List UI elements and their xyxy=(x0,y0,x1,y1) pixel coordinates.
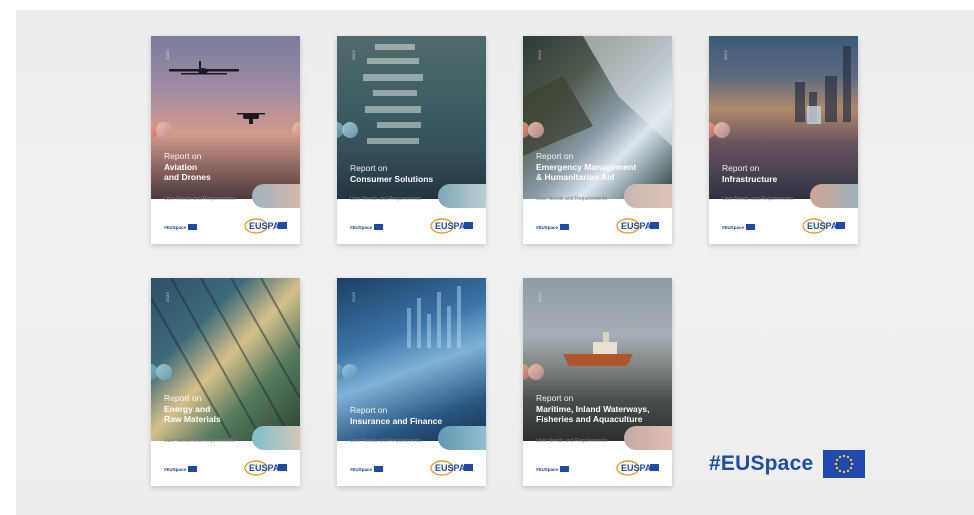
footer-hashtag: #EUSpace xyxy=(350,224,373,230)
report-subtitle: User Needs and Requirements xyxy=(164,438,236,444)
eu-flag-icon xyxy=(560,224,570,230)
eu-flag-icon xyxy=(374,224,384,230)
report-subtitle: User Needs and Requirements xyxy=(722,196,794,202)
hashtag-footer: #EUSpace xyxy=(164,224,198,230)
eu-flag-icon xyxy=(188,466,198,472)
euspa-logo: EUSPA xyxy=(802,218,845,234)
eu-flag-icon xyxy=(746,224,756,230)
report-subtitle: User Needs and Requirements xyxy=(536,438,608,444)
title-line: Fisheries and Aquaculture xyxy=(536,414,643,424)
euspa-logo: EUSPA xyxy=(244,460,287,476)
report-year: 2023 xyxy=(537,50,542,61)
report-title: Report on Consumer Solutions xyxy=(350,163,433,184)
report-title: Report on Insurance and Finance xyxy=(350,405,442,426)
title-line: Maritime, Inland Waterways, xyxy=(536,403,650,414)
euspa-logo: EUSPA xyxy=(430,460,473,476)
decorative-dots xyxy=(523,364,550,380)
report-subtitle: User Needs and Requirements xyxy=(350,196,422,202)
title-prefix: Report on xyxy=(164,393,202,403)
report-cover-infrastructure[interactable]: 2023 Report on Infrastructure User Needs… xyxy=(709,36,858,244)
logo-text: EUSPA xyxy=(621,463,652,473)
logo-text: EUSPA xyxy=(249,221,280,231)
footer-hashtag: #EUSpace xyxy=(350,466,373,472)
hashtag-footer: #EUSpace xyxy=(350,224,384,230)
report-cover-insurance-finance[interactable]: 2023 Report on Insurance and Finance Use… xyxy=(337,278,486,486)
footer-hashtag: #EUSpace xyxy=(536,466,559,472)
decorative-dots xyxy=(151,122,178,138)
report-title: Report on Infrastructure xyxy=(722,163,777,184)
title-line: Energy and xyxy=(164,403,211,414)
decorative-dots xyxy=(523,122,550,138)
euspace-hashtag: #EUSpace xyxy=(709,452,814,475)
decorative-dots xyxy=(151,364,178,380)
report-cover-energy-raw-materials[interactable]: 2023 Report on Energy and Raw Materials … xyxy=(151,278,300,486)
report-title: Report on Aviation and Drones xyxy=(164,151,211,183)
report-subtitle: User Needs and Requirements xyxy=(536,196,608,202)
hashtag-footer: #EUSpace xyxy=(350,466,384,472)
report-cover-emergency-management[interactable]: 2023 Report on Emergency Management & Hu… xyxy=(523,36,672,244)
report-year: 2023 xyxy=(537,292,542,303)
report-year: 2023 xyxy=(351,50,356,61)
decorative-pill xyxy=(438,426,486,450)
logo-text: EUSPA xyxy=(249,463,280,473)
decorative-dots xyxy=(337,364,364,380)
report-year: 2023 xyxy=(165,292,170,303)
footer-hashtag: #EUSpace xyxy=(722,224,745,230)
report-subtitle: User Needs and Requirements xyxy=(350,438,422,444)
title-prefix: Report on xyxy=(350,405,388,415)
title-line: & Humanitarian Aid xyxy=(536,172,615,182)
decorative-dots xyxy=(337,122,364,138)
report-cover-aviation-drones[interactable]: 2023 Report on Aviation and Drones User … xyxy=(151,36,300,244)
logo-text: EUSPA xyxy=(621,221,652,231)
report-cover-consumer-solutions[interactable]: 2023 Report on Consumer Solutions User N… xyxy=(337,36,486,244)
decorative-pill xyxy=(810,184,858,208)
eu-flag-icon xyxy=(374,466,384,472)
title-prefix: Report on xyxy=(536,393,574,403)
decorative-pill xyxy=(438,184,486,208)
decorative-pill xyxy=(252,184,300,208)
euspa-logo: EUSPA xyxy=(430,218,473,234)
euspa-logo: EUSPA xyxy=(616,460,659,476)
decorative-pill xyxy=(624,426,672,450)
decorative-pill xyxy=(252,426,300,450)
euspa-logo: EUSPA xyxy=(244,218,287,234)
eu-flag-icon xyxy=(823,450,866,478)
report-title: Report on Energy and Raw Materials xyxy=(164,393,221,425)
hashtag-footer: #EUSpace xyxy=(536,466,570,472)
title-prefix: Report on xyxy=(722,163,760,173)
logo-text: EUSPA xyxy=(807,221,838,231)
title-line: and Drones xyxy=(164,172,211,182)
logo-text: EUSPA xyxy=(435,221,466,231)
title-prefix: Report on xyxy=(536,151,574,161)
hashtag-footer: #EUSpace xyxy=(722,224,756,230)
eu-flag-icon xyxy=(188,224,198,230)
report-year: 2023 xyxy=(723,50,728,61)
decorative-pill xyxy=(624,184,672,208)
footer-hashtag: #EUSpace xyxy=(164,466,187,472)
hashtag-footer: #EUSpace xyxy=(536,224,570,230)
title-line: Infrastructure xyxy=(722,173,778,184)
footer-hashtag: #EUSpace xyxy=(536,224,559,230)
footer-hashtag: #EUSpace xyxy=(164,224,187,230)
euspace-campaign: #EUSpace xyxy=(709,450,866,478)
title-line: Raw Materials xyxy=(164,414,221,424)
title-prefix: Report on xyxy=(350,163,388,173)
title-line: Aviation xyxy=(164,161,198,172)
decorative-dots xyxy=(709,122,736,138)
report-cover-maritime[interactable]: 2023 Report on Maritime, Inland Waterway… xyxy=(523,278,672,486)
report-year: 2023 xyxy=(165,50,170,61)
hashtag-footer: #EUSpace xyxy=(164,466,198,472)
report-title: Report on Maritime, Inland Waterways, Fi… xyxy=(536,393,650,425)
report-year: 2023 xyxy=(351,292,356,303)
title-line: Consumer Solutions xyxy=(350,173,434,184)
report-title: Report on Emergency Management & Humanit… xyxy=(536,151,636,183)
title-line: Insurance and Finance xyxy=(350,415,443,426)
title-line: Emergency Management xyxy=(536,161,637,172)
euspa-logo: EUSPA xyxy=(616,218,659,234)
title-prefix: Report on xyxy=(164,151,202,161)
report-subtitle: User Needs and Requirements xyxy=(164,196,236,202)
eu-flag-icon xyxy=(560,466,570,472)
logo-text: EUSPA xyxy=(435,463,466,473)
